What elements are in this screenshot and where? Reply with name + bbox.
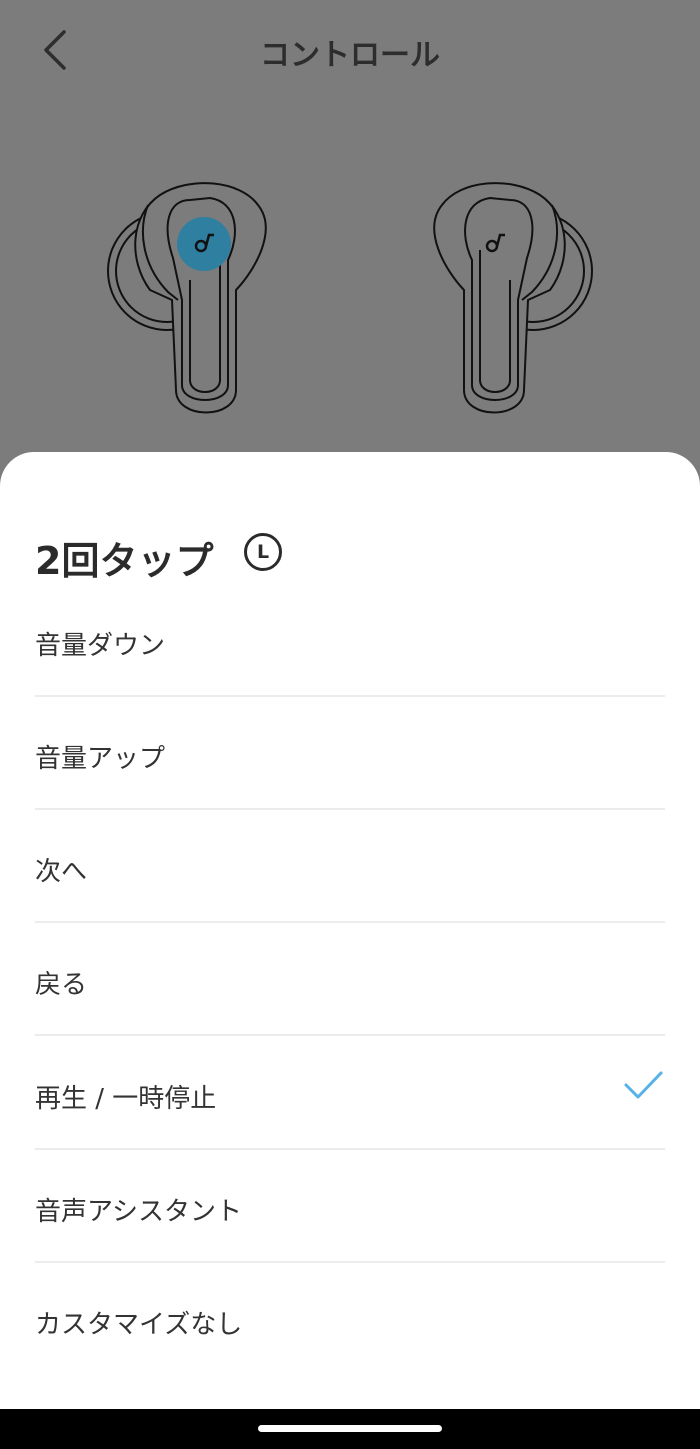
option-voice-assistant[interactable]: 音声アシスタント (35, 1148, 665, 1263)
bottom-sheet: 2回タップ L 音量ダウン 音量アップ 次へ 戻る 再生 / 一時停止 音声アシ… (0, 452, 700, 1409)
option-next[interactable]: 次へ (35, 808, 665, 923)
side-badge: L (244, 533, 282, 571)
option-no-customization[interactable]: カスタマイズなし (35, 1261, 665, 1374)
page-title: コントロール (260, 38, 440, 73)
option-label: 音量ダウン (35, 631, 166, 661)
sheet-title: 2回タップ (35, 539, 214, 583)
option-volume-down[interactable]: 音量ダウン (35, 582, 665, 697)
earbuds-illustration (0, 170, 700, 430)
option-play-pause[interactable]: 再生 / 一時停止 (35, 1035, 665, 1150)
checkmark-icon (624, 1071, 663, 1099)
left-touch-highlight (177, 217, 231, 271)
option-previous[interactable]: 戻る (35, 921, 665, 1036)
header: コントロール (0, 0, 700, 100)
left-earbud[interactable] (107, 182, 267, 414)
right-earbud[interactable] (433, 182, 593, 414)
option-label: 音量アップ (35, 744, 166, 774)
option-volume-up[interactable]: 音量アップ (35, 695, 665, 810)
option-label: 次へ (35, 857, 88, 887)
option-label: 音声アシスタント (35, 1197, 242, 1227)
system-nav-bar (0, 1409, 700, 1449)
home-indicator[interactable] (258, 1425, 442, 1432)
option-label: カスタマイズなし (35, 1310, 243, 1340)
option-label: 再生 / 一時停止 (35, 1084, 217, 1114)
option-label: 戻る (35, 970, 88, 1000)
